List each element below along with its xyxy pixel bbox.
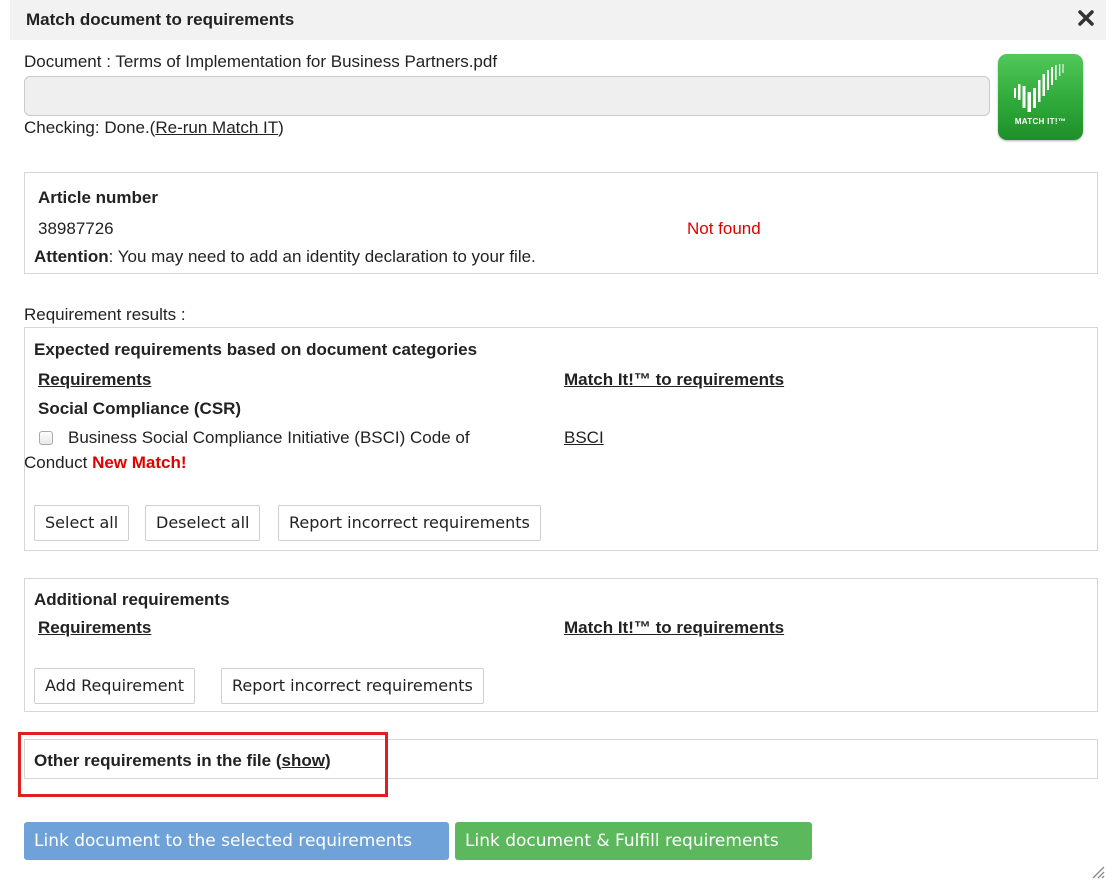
additional-requirements-column-header: Requirements bbox=[38, 618, 152, 637]
bsci-match-link[interactable]: BSCI bbox=[564, 428, 604, 448]
match-column-header: Match It!™ to requirements bbox=[564, 370, 785, 389]
dialog-title: Match document to requirements bbox=[26, 10, 295, 29]
match-progress-bar bbox=[24, 76, 990, 116]
checking-prefix: Checking: Done.( bbox=[24, 118, 156, 137]
requirement-item-text: Conduct bbox=[24, 453, 88, 472]
additional-match-column-header: Match It!™ to requirements bbox=[564, 618, 785, 637]
additional-heading: Additional requirements bbox=[34, 590, 230, 609]
requirement-item-line1: Business Social Compliance Initiative (B… bbox=[68, 428, 470, 447]
match-it-logo: MATCH IT!™ bbox=[998, 54, 1083, 140]
article-status: Not found bbox=[687, 219, 761, 238]
requirement-item-line2: Conduct New Match! bbox=[24, 453, 187, 473]
checkmark-bars-icon bbox=[1014, 64, 1064, 112]
new-match-badge: New Match! bbox=[92, 453, 187, 472]
requirements-column-header: Requirements bbox=[38, 370, 152, 389]
checking-suffix: ) bbox=[278, 118, 284, 137]
logo-text: MATCH IT!™ bbox=[1014, 117, 1067, 126]
deselect-all-button[interactable]: Deselect all bbox=[145, 505, 261, 541]
close-icon[interactable] bbox=[1076, 8, 1096, 28]
highlight-annotation bbox=[18, 732, 388, 797]
attention-text: : You may need to add an identity declar… bbox=[108, 247, 536, 266]
rerun-match-link[interactable]: Re-run Match IT bbox=[155, 118, 278, 137]
report-incorrect-expected-button[interactable]: Report incorrect requirements bbox=[278, 505, 541, 541]
article-heading: Article number bbox=[38, 188, 158, 207]
requirement-results-label: Requirement results : bbox=[24, 305, 186, 324]
link-selected-requirements-button[interactable]: Link document to the selected requiremen… bbox=[24, 822, 449, 860]
category-heading: Social Compliance (CSR) bbox=[38, 399, 242, 418]
report-incorrect-additional-button[interactable]: Report incorrect requirements bbox=[221, 668, 484, 704]
add-requirement-button[interactable]: Add Requirement bbox=[34, 668, 195, 704]
attention-label: Attention bbox=[34, 247, 109, 266]
resize-handle-icon[interactable] bbox=[1089, 863, 1105, 879]
checking-status: Checking: Done.(Re-run Match IT) bbox=[24, 118, 284, 138]
expected-heading: Expected requirements based on document … bbox=[34, 340, 478, 359]
link-fulfill-requirements-button[interactable]: Link document & Fulfill requirements bbox=[455, 822, 812, 860]
article-number: 38987726 bbox=[38, 219, 114, 238]
attention-note: Attention: You may need to add an identi… bbox=[34, 247, 536, 267]
dialog-titlebar: Match document to requirements bbox=[10, 0, 1106, 40]
select-all-button[interactable]: Select all bbox=[34, 505, 130, 541]
requirement-checkbox[interactable] bbox=[39, 431, 53, 445]
document-label: Document : Terms of Implementation for B… bbox=[24, 52, 498, 71]
